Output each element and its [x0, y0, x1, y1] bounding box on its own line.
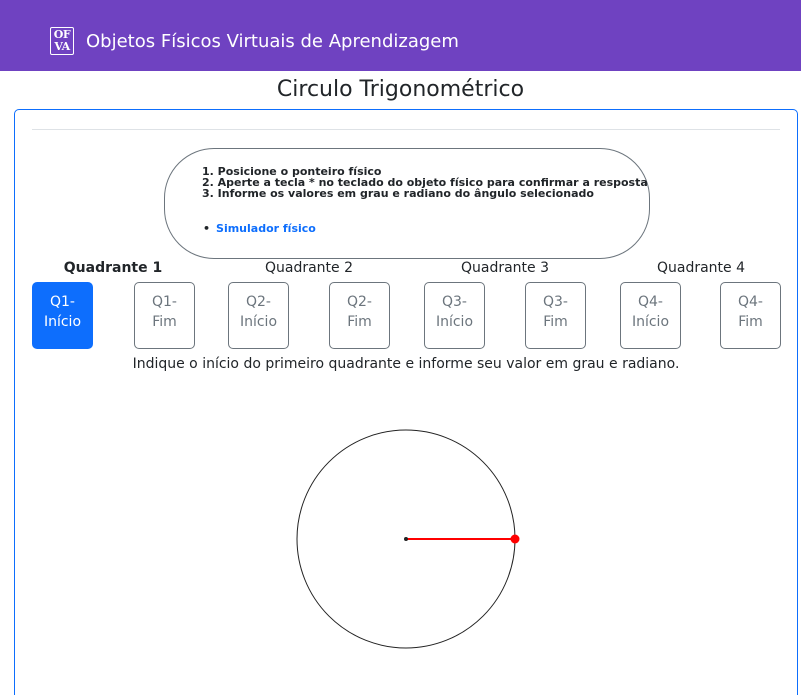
- q3-fim-button[interactable]: Q3- Fim: [525, 282, 586, 349]
- button-label-top: Q1-: [50, 294, 75, 310]
- bullet-icon: •: [203, 222, 211, 235]
- button-label-top: Q1-: [152, 294, 177, 310]
- button-label-bottom: Fim: [543, 314, 568, 330]
- button-label-top: Q4-: [638, 294, 663, 310]
- circle-center-dot: [404, 537, 408, 541]
- navbar-brand[interactable]: Objetos Físicos Virtuais de Aprendizagem: [86, 31, 459, 52]
- q2-inicio-button[interactable]: Q2- Início: [228, 282, 289, 349]
- q1-fim-button[interactable]: Q1- Fim: [134, 282, 195, 349]
- button-label-top: Q2-: [347, 294, 372, 310]
- button-label-top: Q2-: [246, 294, 271, 310]
- instruction-step-3: 3. Informe os valores em grau e radiano …: [202, 187, 594, 200]
- q4-inicio-button[interactable]: Q4- Início: [620, 282, 681, 349]
- q2-fim-button[interactable]: Q2- Fim: [329, 282, 390, 349]
- q1-inicio-button[interactable]: Q1- Início: [32, 282, 93, 349]
- quadrant-label-3: Quadrante 3: [460, 260, 550, 276]
- button-label-bottom: Fim: [152, 314, 177, 330]
- simulator-link-item: • Simulador físico: [203, 223, 316, 234]
- quadrant-label-1: Quadrante 1: [63, 260, 163, 276]
- angle-pointer-handle[interactable]: [510, 534, 520, 544]
- divider: [32, 129, 780, 130]
- button-label-bottom: Fim: [347, 314, 372, 330]
- button-label-top: Q4-: [738, 294, 763, 310]
- simulator-link[interactable]: Simulador físico: [216, 222, 316, 235]
- button-label-bottom: Início: [631, 314, 670, 330]
- question-prompt: Indique o início do primeiro quadrante e…: [132, 356, 680, 372]
- instructions-box: 1. Posicione o ponteiro físico 2. Aperte…: [164, 148, 650, 259]
- quadrant-label-4: Quadrante 4: [656, 260, 746, 276]
- button-label-top: Q3-: [543, 294, 568, 310]
- ofva-logo[interactable]: OF VA: [50, 27, 74, 55]
- button-label-top: Q3-: [442, 294, 467, 310]
- button-label-bottom: Início: [43, 314, 82, 330]
- button-label-bottom: Fim: [738, 314, 763, 330]
- navbar: OF VA Objetos Físicos Virtuais de Aprendi…: [0, 0, 801, 71]
- button-label-bottom: Início: [239, 314, 278, 330]
- quadrant-label-2: Quadrante 2: [264, 260, 354, 276]
- page-title: Circulo Trigonométrico: [276, 77, 525, 102]
- trig-circle: [296, 429, 520, 649]
- q3-inicio-button[interactable]: Q3- Início: [424, 282, 485, 349]
- button-label-bottom: Início: [435, 314, 474, 330]
- q4-fim-button[interactable]: Q4- Fim: [720, 282, 781, 349]
